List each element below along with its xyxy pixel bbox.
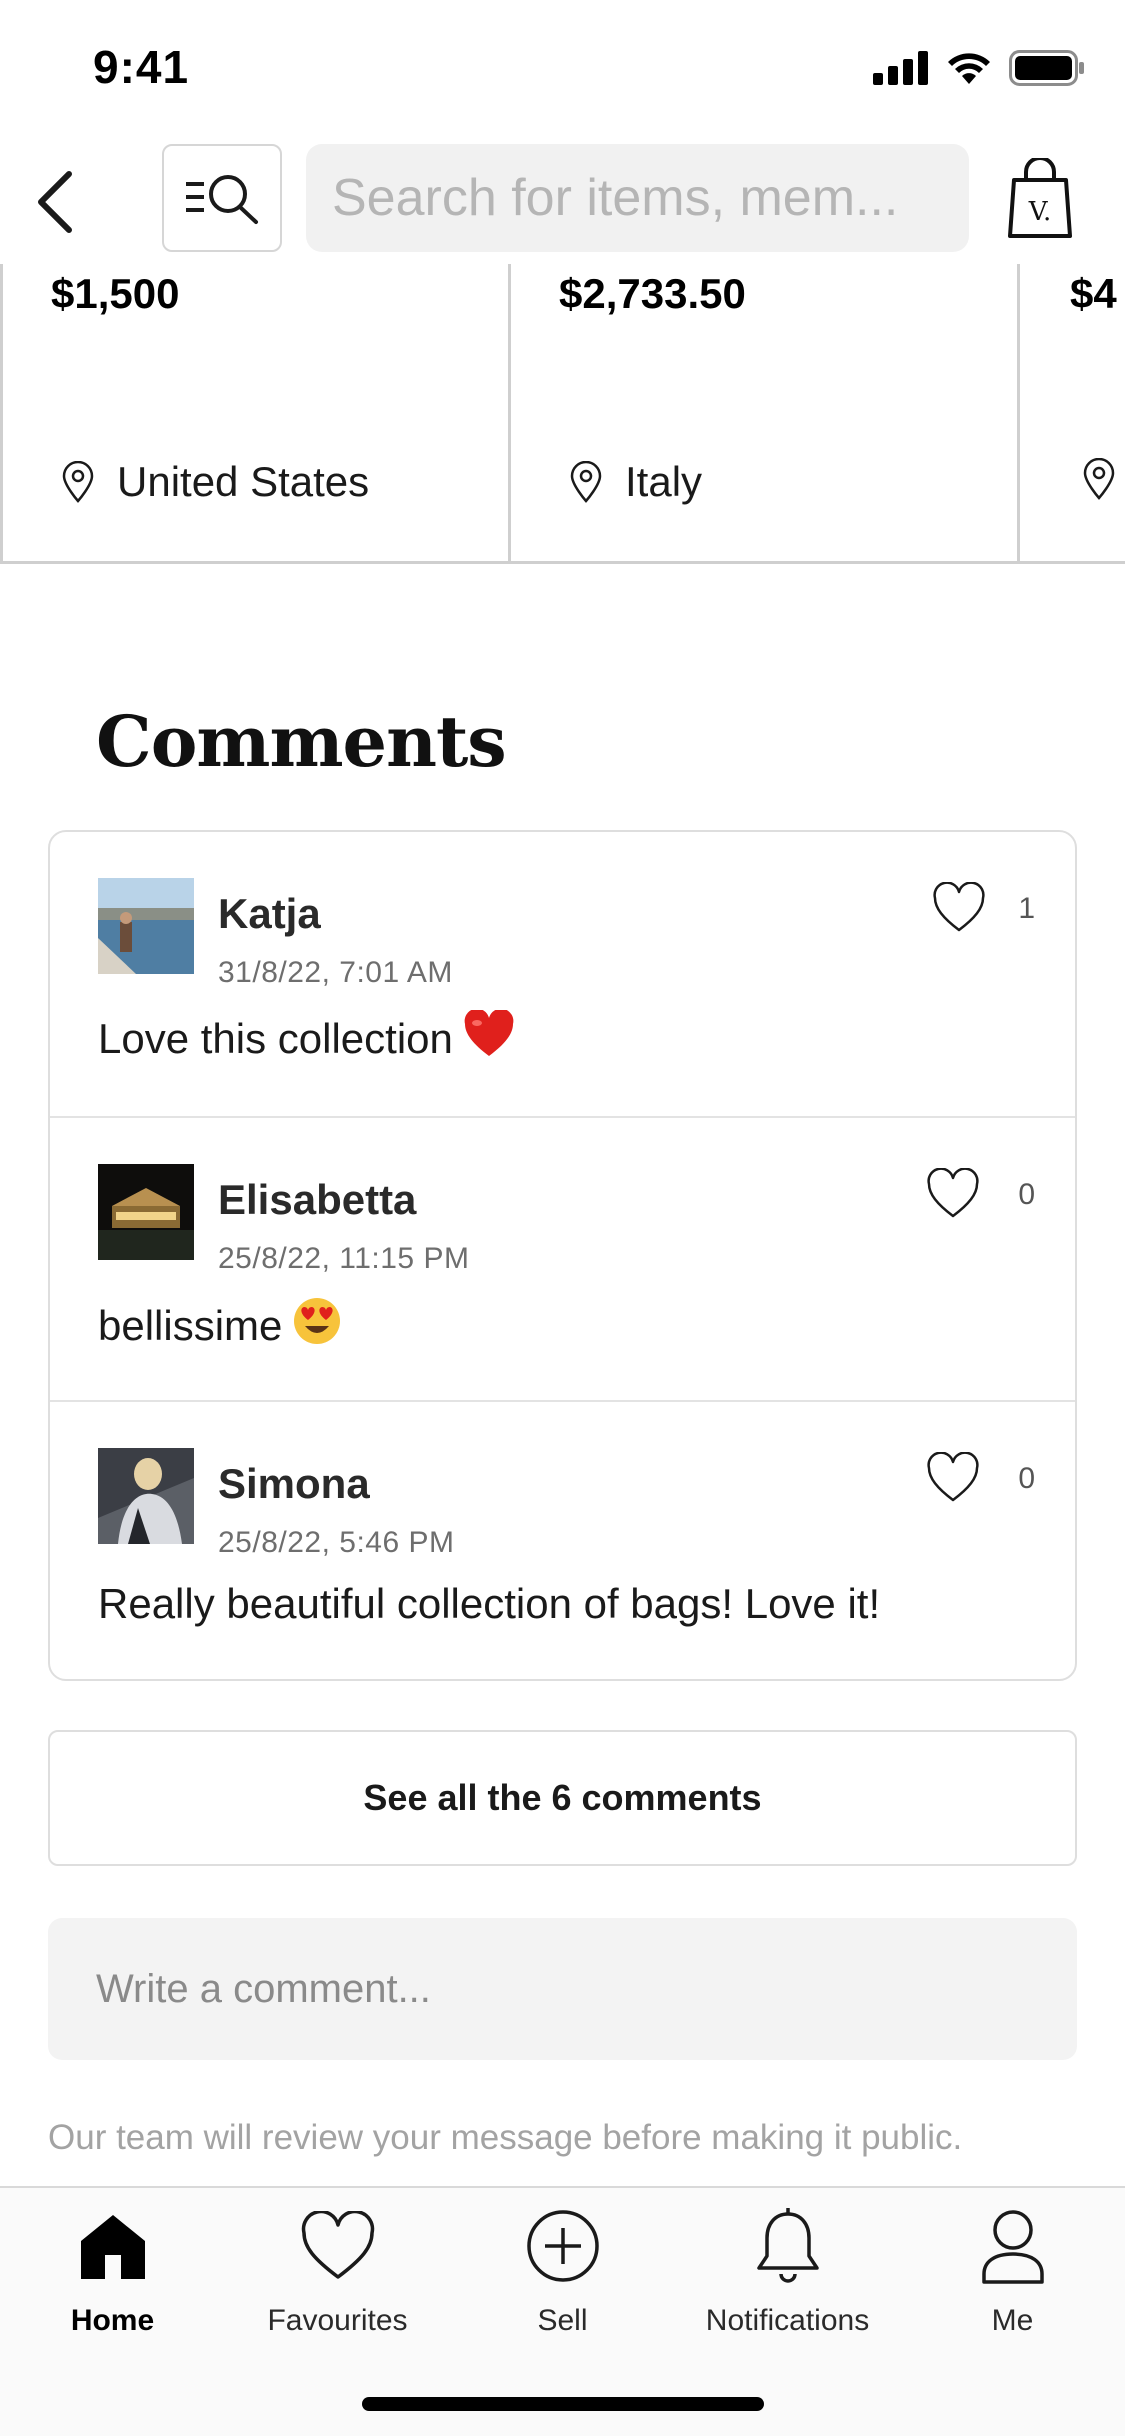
filter-search-icon (186, 175, 258, 224)
tab-me[interactable]: Me (900, 2206, 1125, 2356)
avatar[interactable] (98, 878, 194, 974)
comments-list: Katja 31/8/22, 7:01 AM Love this collect… (48, 830, 1077, 1681)
product-price: $4 (1070, 270, 1117, 317)
comment-body: bellissime (98, 1296, 342, 1356)
tab-favourites[interactable]: Favourites (225, 2206, 450, 2356)
avatar[interactable] (98, 1164, 194, 1260)
battery-icon (1009, 50, 1085, 91)
heart-outline-icon (927, 1167, 979, 1218)
avatar[interactable] (98, 1448, 194, 1544)
product-location-text: United States (117, 458, 370, 505)
top-nav: V. (0, 140, 1125, 264)
comment-item: Simona 25/8/22, 5:46 PM Really beautiful… (50, 1400, 1075, 1679)
product-location: Italy (569, 458, 702, 506)
comment-text: Really beautiful collection of bags! Lov… (98, 1580, 881, 1627)
tab-notifications[interactable]: Notifications (675, 2206, 900, 2356)
home-icon (73, 2206, 153, 2286)
tab-sell[interactable]: Sell (450, 2206, 675, 2356)
bag-letter: V. (1028, 197, 1052, 227)
product-card[interactable]: $2,733.50 Italy (508, 264, 1018, 561)
comment-text: bellissime (98, 1302, 283, 1349)
product-location (1082, 458, 1116, 500)
tab-label: Home (70, 2304, 155, 2337)
comment-item: Katja 31/8/22, 7:01 AM Love this collect… (50, 832, 1075, 1116)
like-button[interactable] (925, 1451, 985, 1508)
home-indicator[interactable] (362, 2397, 764, 2411)
like-button[interactable] (931, 881, 991, 938)
tab-label: Notifications (705, 2304, 870, 2337)
product-card[interactable]: $4 (1017, 264, 1125, 561)
product-price: $2,733.50 (559, 270, 746, 317)
heart-icon (298, 2206, 378, 2286)
heart-eyes-emoji (292, 1296, 342, 1356)
comment-text: Love this collection (98, 1015, 453, 1062)
status-icons (873, 50, 1085, 91)
bell-icon (748, 2206, 828, 2286)
filter-search-button[interactable] (162, 144, 282, 252)
status-bar: 9:41 (0, 0, 1125, 132)
comment-author[interactable]: Katja (218, 890, 321, 938)
status-time: 9:41 (93, 41, 190, 93)
plus-circle-icon (523, 2206, 603, 2286)
like-count: 1 (1018, 892, 1035, 925)
comment-body: Really beautiful collection of bags! Lov… (98, 1580, 880, 1628)
location-pin-icon (62, 461, 94, 503)
search-input[interactable] (306, 144, 969, 252)
shopping-bag-button[interactable]: V. (1004, 156, 1076, 240)
comment-item: Elisabetta 25/8/22, 11:15 PM bellissime … (50, 1116, 1075, 1400)
comment-body: Love this collection (98, 1008, 515, 1068)
heart-emoji (463, 1008, 515, 1068)
tab-label: Favourites (267, 2304, 408, 2337)
heart-outline-icon (933, 881, 985, 932)
review-note: Our team will review your message before… (48, 2118, 963, 2157)
signal-icon (873, 51, 929, 90)
wifi-icon (945, 50, 993, 91)
back-button[interactable] (20, 162, 90, 242)
tab-label: Sell (537, 2304, 588, 2337)
product-price: $1,500 (51, 270, 180, 317)
tab-home[interactable]: Home (0, 2206, 225, 2356)
comment-date: 25/8/22, 5:46 PM (218, 1526, 455, 1559)
user-icon (973, 2206, 1053, 2286)
see-all-comments-button[interactable]: See all the 6 comments (48, 1730, 1077, 1866)
comment-date: 31/8/22, 7:01 AM (218, 956, 453, 989)
comments-title: Comments (96, 700, 507, 783)
comment-author[interactable]: Simona (218, 1460, 370, 1508)
like-count: 0 (1018, 1178, 1035, 1211)
product-card[interactable]: $1,500 United States (0, 264, 510, 561)
chevron-left-icon (38, 171, 72, 233)
location-pin-icon (1083, 458, 1115, 500)
comment-date: 25/8/22, 11:15 PM (218, 1242, 470, 1275)
heart-outline-icon (927, 1451, 979, 1502)
tab-label: Me (991, 2304, 1034, 2337)
write-comment-input[interactable] (48, 1918, 1077, 2060)
location-pin-icon (570, 461, 602, 503)
like-button[interactable] (925, 1167, 985, 1224)
product-location: United States (61, 458, 369, 506)
comment-author[interactable]: Elisabetta (218, 1176, 416, 1224)
product-location-text: Italy (625, 458, 703, 505)
like-count: 0 (1018, 1462, 1035, 1495)
shopping-bag-icon: V. (1008, 156, 1072, 238)
products-carousel[interactable]: $1,500 United States $2,733.50 Italy $4 (0, 264, 1125, 564)
